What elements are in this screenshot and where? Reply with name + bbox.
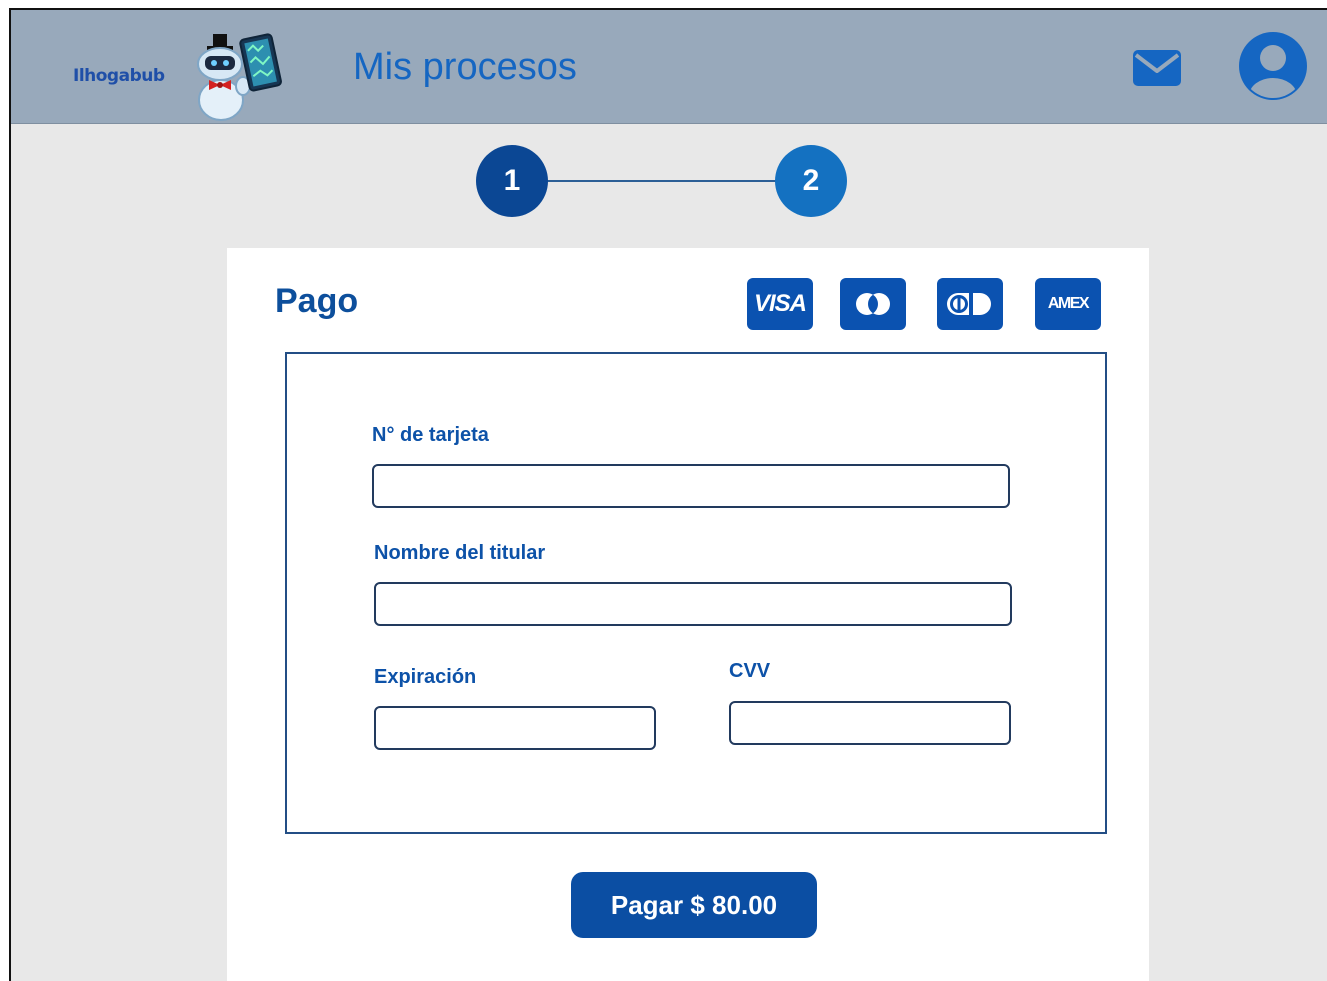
holder-name-input[interactable] (374, 582, 1012, 626)
expiry-label: Expiración (374, 666, 477, 688)
mail-icon[interactable] (1133, 50, 1181, 86)
user-icon[interactable] (1237, 30, 1309, 102)
page-title: Mis procesos (353, 46, 577, 88)
visa-icon: VISA (747, 278, 813, 330)
diners-club-icon (937, 278, 1003, 330)
cvv-input[interactable] (729, 701, 1011, 745)
app-frame: Ilhogabub Mis procesos 1 2 Pago VISA AME… (9, 8, 1327, 981)
holder-name-label: Nombre del titular (374, 542, 546, 564)
pay-button[interactable]: Pagar $ 80.00 (571, 872, 817, 938)
step-1[interactable]: 1 (476, 145, 548, 217)
card-form: N° de tarjeta Nombre del titular Expirac… (285, 352, 1107, 834)
step-2[interactable]: 2 (775, 145, 847, 217)
robot-mascot-icon (197, 33, 282, 121)
cvv-label: CVV (729, 660, 771, 682)
top-bar: Ilhogabub Mis procesos (11, 10, 1327, 124)
logo[interactable]: Ilhogabub (63, 18, 293, 121)
logo-text: Ilhogabub (73, 66, 165, 86)
progress-stepper: 1 2 (476, 143, 851, 219)
mastercard-icon (840, 278, 906, 330)
amex-icon: AMEX (1035, 278, 1101, 330)
card-number-input[interactable] (372, 464, 1010, 508)
card-number-label: N° de tarjeta (372, 424, 489, 446)
payment-card: Pago VISA AMEX N° de tarjeta Nombre del … (227, 248, 1149, 981)
stepper-connector (536, 180, 796, 182)
expiry-input[interactable] (374, 706, 656, 750)
payment-title: Pago (275, 282, 359, 320)
